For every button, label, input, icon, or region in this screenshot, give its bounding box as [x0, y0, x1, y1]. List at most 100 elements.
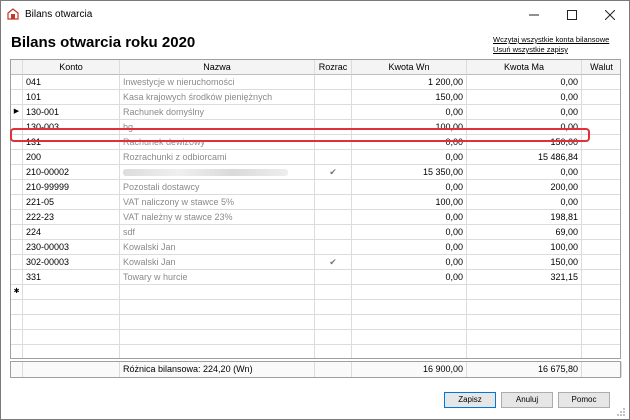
cell-nazwa[interactable]: VAT naliczony w stawce 5% [120, 195, 315, 210]
row-indicator[interactable] [11, 195, 23, 210]
cell-kwota-wn[interactable]: 0,00 [352, 135, 467, 150]
cell-kwota-wn[interactable]: 0,00 [352, 225, 467, 240]
cell-konto[interactable]: 041 [23, 75, 120, 90]
new-row[interactable]: ✱ [11, 285, 620, 300]
cell-waluta[interactable] [582, 225, 620, 240]
cell-konto[interactable] [23, 315, 120, 330]
table-row[interactable]: 221-05 VAT naliczony w stawce 5% 100,00 0,0… [11, 195, 620, 210]
row-indicator[interactable] [11, 270, 23, 285]
cell-waluta[interactable] [582, 315, 620, 330]
checkmark-icon[interactable]: ✔ [315, 255, 352, 270]
table-row[interactable]: 230-00003 Kowalski Jan 0,00 100,00 [11, 240, 620, 255]
cell-rozrac[interactable] [315, 225, 352, 240]
cell-kwota-wn[interactable]: 15 350,00 [352, 165, 467, 180]
cell-kwota-ma[interactable] [467, 285, 582, 300]
cell-kwota-wn[interactable] [352, 300, 467, 315]
cell-konto[interactable]: 224 [23, 225, 120, 240]
cell-kwota-ma[interactable] [467, 345, 582, 358]
cell-konto[interactable]: 210-00002 [23, 165, 120, 180]
row-indicator[interactable] [11, 330, 23, 345]
cell-kwota-ma[interactable]: 0,00 [467, 195, 582, 210]
delete-all-entries-link[interactable]: Usuń wszystkie zapisy [493, 45, 568, 54]
row-indicator[interactable] [11, 300, 23, 315]
cell-waluta[interactable] [582, 135, 620, 150]
cell-waluta[interactable] [582, 150, 620, 165]
cell-rozrac[interactable] [315, 270, 352, 285]
column-header-rozrac[interactable]: Rozrac [315, 60, 352, 75]
cell-nazwa[interactable] [120, 345, 315, 358]
cell-nazwa[interactable]: Rozrachunki z odbiorcami [120, 150, 315, 165]
cell-kwota-ma[interactable]: 0,00 [467, 75, 582, 90]
minimize-button[interactable] [515, 1, 553, 27]
cell-nazwa[interactable]: Kowalski Jan [120, 255, 315, 270]
cell-rozrac[interactable] [315, 240, 352, 255]
row-indicator[interactable] [11, 150, 23, 165]
cell-konto[interactable] [23, 285, 120, 300]
cell-konto[interactable]: 230-00003 [23, 240, 120, 255]
cell-kwota-ma[interactable]: 0,00 [467, 165, 582, 180]
cell-rozrac[interactable] [315, 300, 352, 315]
cell-kwota-wn[interactable]: 0,00 [352, 105, 467, 120]
cell-waluta[interactable] [582, 240, 620, 255]
table-row[interactable]: 041 Inwestycje w nieruchomości 1 200,00 0,0… [11, 75, 620, 90]
cell-kwota-ma[interactable]: 100,00 [467, 240, 582, 255]
cancel-button[interactable]: Anuluj [501, 392, 553, 408]
current-row-indicator[interactable]: ▶ [11, 105, 23, 120]
load-all-accounts-link[interactable]: Wczytaj wszystkie konta bilansowe [493, 35, 609, 44]
cell-rozrac[interactable] [315, 135, 352, 150]
cell-kwota-wn[interactable] [352, 315, 467, 330]
column-header-waluta[interactable]: Walut [582, 60, 620, 75]
cell-kwota-ma[interactable]: 321,15 [467, 270, 582, 285]
cell-konto[interactable]: 221-05 [23, 195, 120, 210]
maximize-button[interactable] [553, 1, 591, 27]
cell-kwota-wn[interactable]: 0,00 [352, 210, 467, 225]
cell-konto[interactable] [23, 330, 120, 345]
column-header-kwota-ma[interactable]: Kwota Ma [467, 60, 582, 75]
row-indicator[interactable] [11, 180, 23, 195]
table-row[interactable]: 210-00002 ✔ 15 350,00 0,00 [11, 165, 620, 180]
table-row[interactable]: 331 Towary w hurcie 0,00 321,15 [11, 270, 620, 285]
cell-konto[interactable]: 302-00003 [23, 255, 120, 270]
cell-waluta[interactable] [582, 210, 620, 225]
row-indicator[interactable] [11, 345, 23, 358]
table-row[interactable]: 224 sdf 0,00 69,00 [11, 225, 620, 240]
save-button[interactable]: Zapisz [444, 392, 496, 408]
cell-kwota-ma[interactable]: 69,00 [467, 225, 582, 240]
cell-waluta[interactable] [582, 345, 620, 358]
cell-waluta[interactable] [582, 105, 620, 120]
cell-kwota-wn[interactable]: 150,00 [352, 90, 467, 105]
cell-waluta[interactable] [582, 300, 620, 315]
cell-kwota-ma[interactable] [467, 315, 582, 330]
cell-rozrac[interactable] [315, 180, 352, 195]
cell-nazwa[interactable]: sdf [120, 225, 315, 240]
cell-kwota-wn[interactable]: 0,00 [352, 255, 467, 270]
cell-rozrac[interactable] [315, 195, 352, 210]
row-indicator[interactable] [11, 90, 23, 105]
cell-nazwa[interactable]: Towary w hurcie [120, 270, 315, 285]
row-indicator[interactable] [11, 165, 23, 180]
cell-kwota-wn[interactable]: 0,00 [352, 150, 467, 165]
cell-waluta[interactable] [582, 90, 620, 105]
row-indicator[interactable] [11, 315, 23, 330]
cell-nazwa[interactable] [120, 165, 315, 180]
cell-nazwa[interactable]: Rachunek domyślny [120, 105, 315, 120]
cell-kwota-wn[interactable]: 0,00 [352, 270, 467, 285]
cell-waluta[interactable] [582, 75, 620, 90]
table-row[interactable]: ▶ 130-001 Rachunek domyślny 0,00 0,00 [11, 105, 620, 120]
empty-row[interactable] [11, 330, 620, 345]
cell-rozrac[interactable] [315, 105, 352, 120]
cell-rozrac[interactable] [315, 315, 352, 330]
cell-nazwa[interactable]: Pozostali dostawcy [120, 180, 315, 195]
cell-waluta[interactable] [582, 165, 620, 180]
cell-nazwa[interactable]: Inwestycje w nieruchomości [120, 75, 315, 90]
cell-kwota-wn[interactable]: 0,00 [352, 240, 467, 255]
cell-rozrac[interactable] [315, 345, 352, 358]
cell-kwota-ma[interactable] [467, 330, 582, 345]
cell-konto[interactable]: 210-99999 [23, 180, 120, 195]
cell-konto[interactable]: 130-001 [23, 105, 120, 120]
row-indicator[interactable] [11, 75, 23, 90]
column-header-konto[interactable]: Konto [23, 60, 120, 75]
cell-nazwa[interactable] [120, 300, 315, 315]
cell-konto[interactable]: 130-003 [23, 120, 120, 135]
cell-konto[interactable]: 200 [23, 150, 120, 165]
